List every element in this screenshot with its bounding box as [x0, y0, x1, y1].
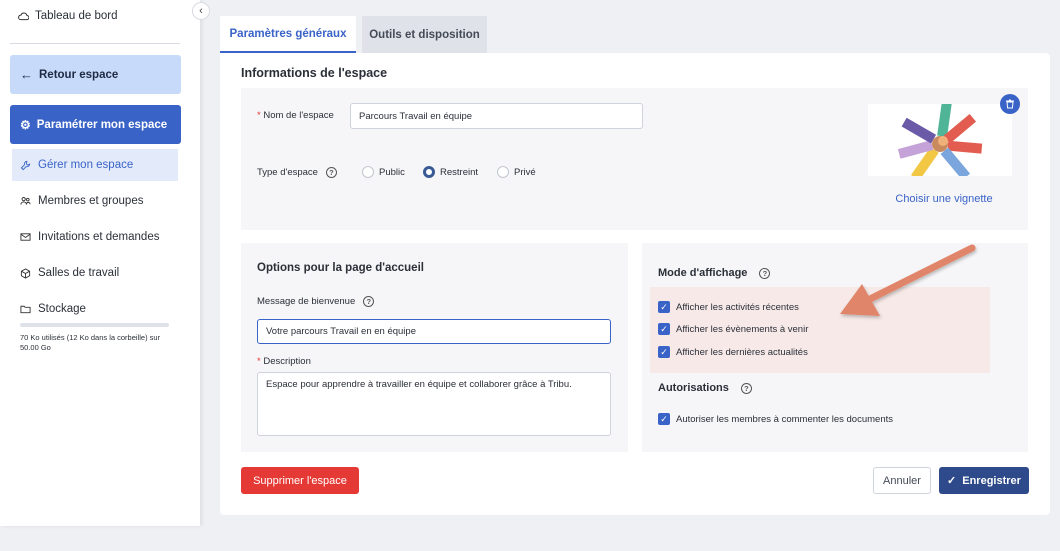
radio-circle [497, 166, 509, 178]
checkbox-check-icon: ✓ [658, 301, 670, 313]
radio-private[interactable]: Privé [497, 166, 536, 178]
gear-icon: ⚙ [20, 117, 31, 132]
check-icon: ✓ [947, 475, 957, 487]
space-type-label: Type d'espace ? [257, 167, 337, 178]
description-label-text: Description [263, 356, 311, 367]
delete-space-button[interactable]: Supprimer l'espace [241, 467, 359, 494]
sidebar-item-rooms[interactable]: Salles de travail [12, 257, 178, 289]
radio-public[interactable]: Public [362, 166, 405, 178]
tab-label: Paramètres généraux [229, 27, 347, 40]
checkbox-check-icon: ✓ [658, 413, 670, 425]
arrow-left-icon: ← [20, 67, 33, 82]
authorizations-title-text: Autorisations [658, 382, 729, 394]
back-label: Retour espace [39, 68, 119, 81]
tab-general-settings[interactable]: Paramètres généraux [220, 16, 356, 53]
sidebar-item-label: Salles de travail [38, 267, 120, 279]
cube-icon [20, 267, 31, 279]
radio-label: Restreint [440, 166, 479, 178]
cancel-button[interactable]: Annuler [873, 467, 931, 494]
checkbox-label: Afficher les activités récentes [676, 301, 799, 313]
home-options-title: Options pour la page d'accueil [257, 262, 424, 274]
choose-thumbnail-link[interactable]: Choisir une vignette [868, 193, 1020, 205]
trash-icon [1006, 99, 1014, 109]
annotation-arrow-icon [840, 244, 976, 316]
chevron-left-icon: ‹ [199, 5, 203, 17]
cloud-icon [18, 12, 29, 21]
display-mode-title-text: Mode d'affichage [658, 267, 748, 279]
save-label: Enregistrer [962, 474, 1021, 487]
storage-progress-bar [20, 323, 169, 327]
tab-label: Outils et disposition [369, 28, 480, 41]
authorizations-title: Autorisations ? [658, 382, 752, 394]
checkbox-label: Autoriser les membres à commenter les do… [676, 413, 893, 425]
checkbox-check-icon: ✓ [658, 323, 670, 335]
configure-label: Paramétrer mon espace [36, 118, 168, 131]
radio-circle-selected [423, 166, 435, 178]
tab-tools-layout[interactable]: Outils et disposition [362, 16, 487, 53]
sidebar-item-label: Stockage [38, 303, 86, 315]
checkbox-allow-comments[interactable]: ✓ Autoriser les membres à commenter les … [658, 413, 893, 425]
checkbox-recent-activities[interactable]: ✓ Afficher les activités récentes [658, 301, 799, 313]
checkbox-check-icon: ✓ [658, 346, 670, 358]
users-icon [20, 197, 31, 205]
radio-circle [362, 166, 374, 178]
back-button[interactable]: ← Retour espace [10, 55, 181, 94]
checkbox-upcoming-events[interactable]: ✓ Afficher les évènements à venir [658, 323, 808, 335]
sidebar-item-manage[interactable]: Gérer mon espace [12, 149, 178, 181]
welcome-message-input[interactable]: Votre parcours Travail en en équipe [257, 319, 611, 344]
help-icon[interactable]: ? [759, 267, 771, 279]
description-textarea[interactable]: Espace pour apprendre à travailler en éq… [257, 372, 611, 436]
welcome-label: Message de bienvenue ? [257, 296, 375, 307]
sidebar-item-label: Gérer mon espace [38, 159, 134, 171]
space-thumbnail[interactable] [868, 101, 1012, 181]
hands-illustration [897, 101, 983, 181]
checkbox-latest-news[interactable]: ✓ Afficher les dernières actualités [658, 346, 808, 358]
radio-label: Public [379, 166, 405, 178]
dashboard-link[interactable]: Tableau de bord [18, 10, 117, 22]
description-label: * Description [257, 356, 311, 367]
sidebar-item-label: Membres et groupes [38, 195, 144, 207]
mail-icon [20, 233, 31, 241]
save-button[interactable]: ✓ Enregistrer [939, 467, 1029, 494]
radio-label: Privé [514, 166, 536, 178]
checkbox-label: Afficher les évènements à venir [676, 323, 809, 335]
radio-restricted[interactable]: Restreint [423, 166, 478, 178]
folder-icon [20, 305, 31, 314]
dashboard-label: Tableau de bord [35, 10, 118, 22]
checkbox-label: Afficher les dernières actualités [676, 346, 808, 358]
storage-usage-text: 70 Ko utilisés (12 Ko dans la corbeille)… [20, 333, 161, 352]
space-name-input[interactable]: Parcours Travail en équipe [350, 103, 643, 129]
sidebar: Tableau de bord ← Retour espace ⚙ Paramé… [0, 0, 200, 526]
sidebar-item-invitations[interactable]: Invitations et demandes [12, 221, 178, 253]
sidebar-item-storage[interactable]: Stockage [12, 293, 178, 325]
wrench-icon [20, 160, 31, 170]
delete-thumbnail-button[interactable] [1000, 94, 1020, 114]
help-icon[interactable]: ? [740, 382, 752, 394]
collapse-sidebar-button[interactable]: ‹ [192, 2, 210, 20]
display-mode-title: Mode d'affichage ? [658, 267, 771, 279]
welcome-label-text: Message de bienvenue [257, 296, 356, 307]
sidebar-item-label: Invitations et demandes [38, 231, 160, 243]
space-type-label-text: Type d'espace [257, 167, 318, 178]
help-icon[interactable]: ? [363, 296, 375, 307]
sidebar-item-members[interactable]: Membres et groupes [12, 185, 178, 217]
space-info-title: Informations de l'espace [241, 66, 388, 80]
space-name-label: * Nom de l'espace [257, 110, 334, 121]
help-icon[interactable]: ? [325, 167, 337, 178]
configure-space-button[interactable]: ⚙ Paramétrer mon espace [10, 105, 181, 144]
divider [10, 43, 180, 44]
space-name-label-text: Nom de l'espace [263, 110, 334, 121]
